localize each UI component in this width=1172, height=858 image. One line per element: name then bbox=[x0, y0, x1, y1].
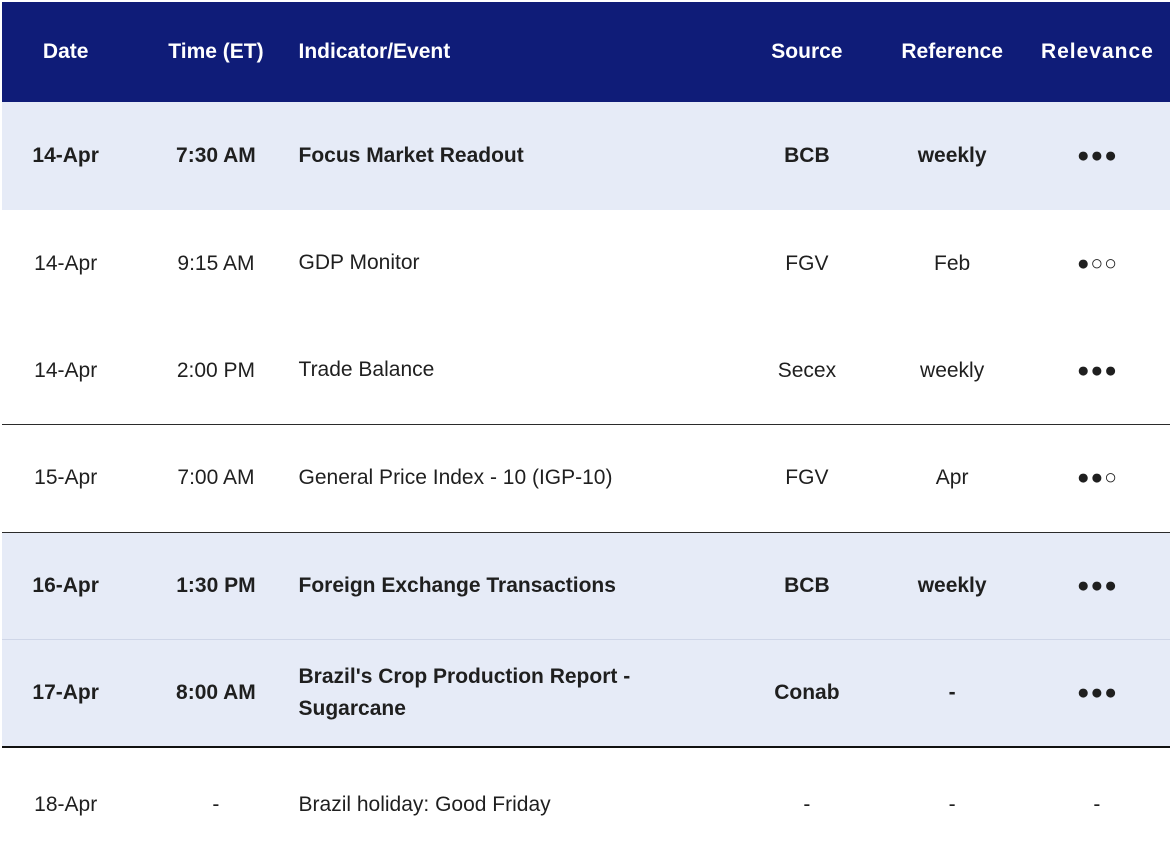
row-time: 2:00 PM bbox=[176, 358, 256, 382]
row-time: 9:15 AM bbox=[177, 251, 255, 275]
row-relevance: ●●● bbox=[1076, 143, 1118, 167]
row-date: 14-Apr bbox=[34, 251, 98, 275]
row-relevance: ●●● bbox=[1076, 681, 1118, 705]
row-date: 15-Apr bbox=[34, 466, 98, 490]
row-source: Secex bbox=[777, 358, 837, 382]
row-event: GDP Monitor bbox=[298, 251, 420, 275]
row-relevance: ●○○ bbox=[1076, 251, 1118, 275]
row-reference: weekly bbox=[917, 574, 987, 598]
table-row: 17-Apr 8:00 AM Brazil's Crop Production … bbox=[2, 640, 1170, 749]
header-relevance: Relevance bbox=[1040, 40, 1154, 63]
row-time: - bbox=[212, 793, 220, 817]
row-event: General Price Index - 10 (IGP-10) bbox=[298, 466, 613, 490]
row-source: Conab bbox=[774, 681, 840, 705]
row-reference: Apr bbox=[935, 466, 969, 490]
header-date: Date bbox=[42, 40, 89, 63]
row-time: 8:00 AM bbox=[176, 681, 256, 705]
row-date: 14-Apr bbox=[32, 143, 99, 167]
row-date: 17-Apr bbox=[32, 681, 99, 705]
row-source: - bbox=[803, 793, 811, 817]
row-time: 7:00 AM bbox=[177, 466, 255, 490]
table-row: 14-Apr 9:15 AM GDP Monitor FGV Feb ●○○ bbox=[2, 210, 1170, 318]
row-event: Brazil's Crop Production Report - Sugarc… bbox=[298, 664, 631, 721]
table-row: 15-Apr 7:00 AM General Price Index - 10 … bbox=[2, 425, 1170, 533]
row-event: Focus Market Readout bbox=[298, 143, 524, 167]
row-date: 16-Apr bbox=[32, 574, 99, 598]
row-relevance: ●●● bbox=[1076, 574, 1118, 598]
table-row: 14-Apr 7:30 AM Focus Market Readout BCB … bbox=[2, 102, 1170, 210]
header-source: Source bbox=[771, 40, 843, 63]
row-source: FGV bbox=[785, 251, 829, 275]
economic-calendar-table: Date Time (ET) Indicator/Event Source Re… bbox=[2, 2, 1170, 858]
row-date: 18-Apr bbox=[34, 793, 98, 817]
row-reference: - bbox=[948, 793, 956, 817]
row-source: BCB bbox=[784, 574, 830, 598]
row-time: 1:30 PM bbox=[176, 574, 256, 598]
header-reference: Reference bbox=[901, 40, 1003, 63]
table-row: 16-Apr 1:30 PM Foreign Exchange Transact… bbox=[2, 532, 1170, 641]
table-header-row: Date Time (ET) Indicator/Event Source Re… bbox=[2, 2, 1170, 102]
row-relevance: ●●● bbox=[1076, 358, 1118, 382]
row-reference: Feb bbox=[934, 251, 971, 275]
row-relevance: ●●○ bbox=[1076, 466, 1118, 490]
row-time: 7:30 AM bbox=[176, 143, 256, 167]
row-reference: - bbox=[948, 681, 956, 705]
row-event: Foreign Exchange Transactions bbox=[298, 573, 616, 597]
row-reference: weekly bbox=[917, 143, 987, 167]
row-relevance: - bbox=[1093, 793, 1102, 817]
row-reference: weekly bbox=[920, 358, 985, 382]
row-source: FGV bbox=[785, 466, 829, 490]
row-event: Brazil holiday: Good Friday bbox=[298, 792, 551, 816]
header-time: Time (ET) bbox=[168, 40, 264, 63]
row-event: Trade Balance bbox=[298, 358, 435, 382]
header-event: Indicator/Event bbox=[298, 40, 451, 64]
table-row: 18-Apr - Brazil holiday: Good Friday - -… bbox=[2, 748, 1170, 858]
row-source: BCB bbox=[784, 143, 830, 167]
row-date: 14-Apr bbox=[34, 358, 98, 382]
table-row: 14-Apr 2:00 PM Trade Balance Secex weekl… bbox=[2, 317, 1170, 426]
